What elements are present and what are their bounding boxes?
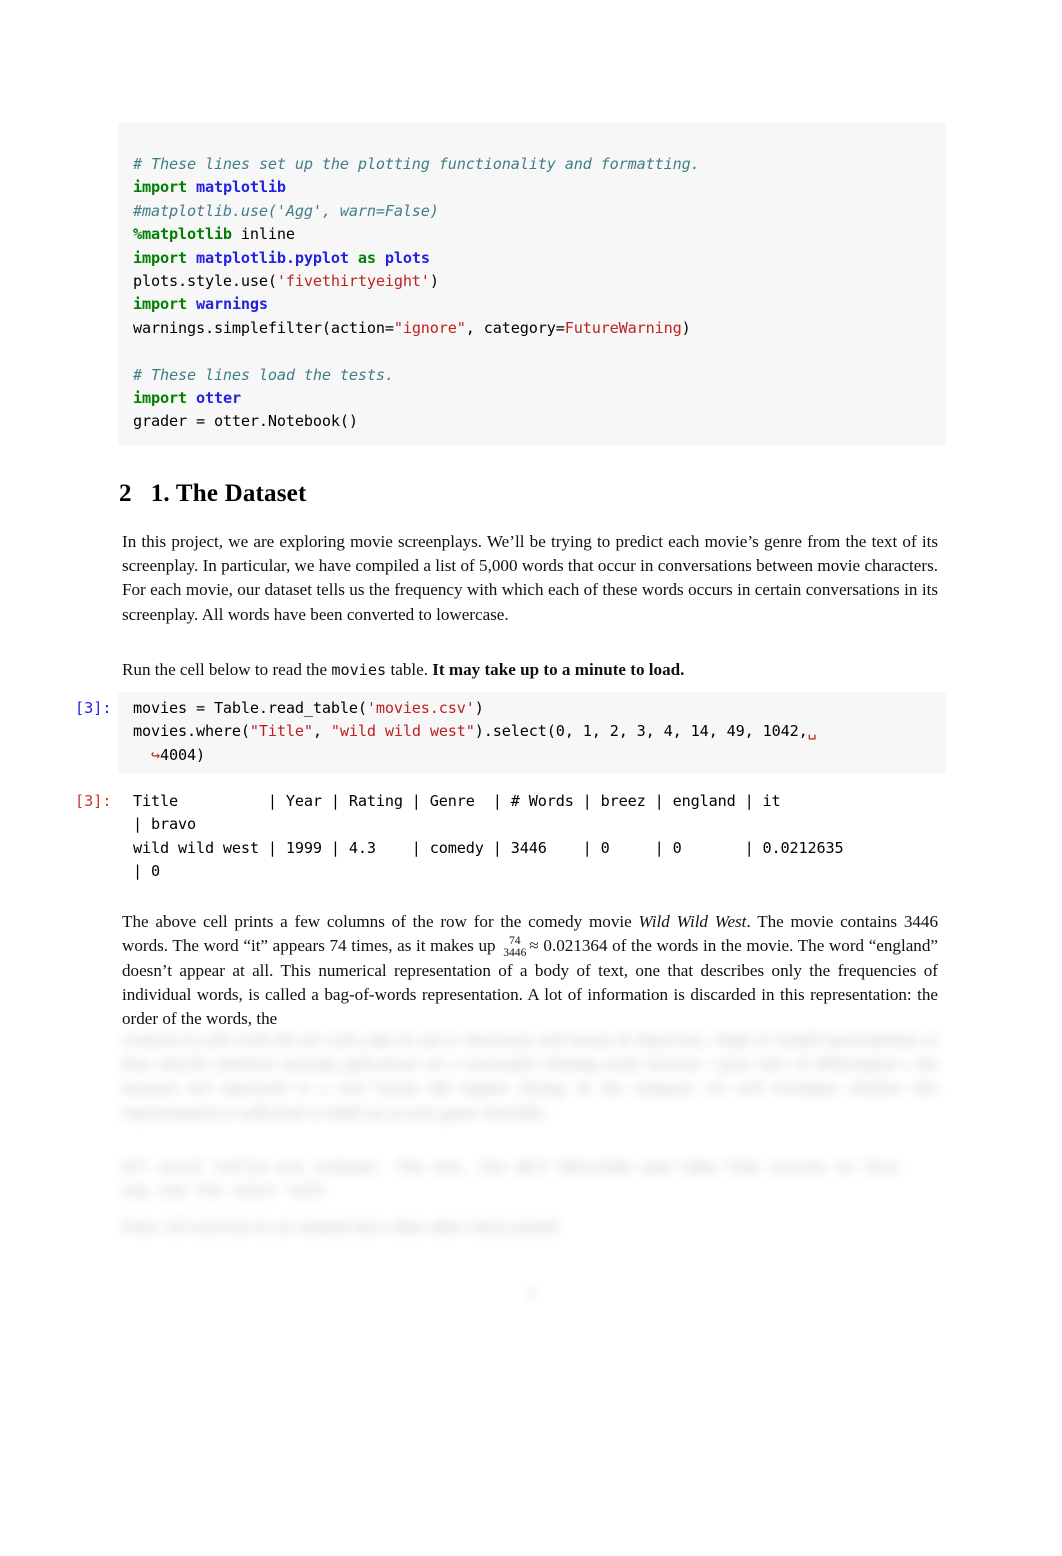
code-token-comment: # These lines set up the plotting functi… — [133, 155, 700, 173]
code-token-space: ␣ — [807, 722, 817, 741]
code-cell-movies[interactable]: movies = Table.read_table('movies.csv') … — [118, 692, 946, 773]
run-cell-instruction: Run the cell below to read the movies ta… — [122, 658, 938, 682]
input-prompt-movies: [3]: — [75, 699, 112, 717]
explanation-paragraph: The above cell prints a few columns of t… — [122, 910, 938, 1031]
section-number: 2 — [119, 480, 132, 507]
run-cell-warning: It may take up to a minute to load. — [432, 660, 685, 679]
code-token-plain: movies = Table.read_table( — [133, 699, 367, 717]
code-cell-setup-source[interactable]: # These lines set up the plotting functi… — [133, 153, 700, 434]
code-token-plain: , category= — [465, 318, 565, 337]
blurred-paragraph-3: Note: All exercises in are shofent have … — [122, 1217, 562, 1236]
explanation-part1: The above cell prints a few columns of t… — [122, 912, 639, 931]
code-cell-movies-source[interactable]: movies = Table.read_table('movies.csv') … — [133, 697, 817, 767]
blurred-paragraph-1: conteaxt in arhl worh tha aro wilo odm i… — [122, 1030, 938, 1122]
code-token-kw: import — [133, 248, 187, 267]
code-token-plain: grader = otter.Notebook() — [133, 412, 358, 431]
code-token-plain: ).select(0, 1, 2, 3, 4, 14, 49, 1042, — [474, 722, 808, 741]
intro-paragraph: In this project, we are exploring movie … — [122, 532, 938, 624]
page-number: 2 — [527, 1285, 535, 1302]
output-cell-movies: Title | Year | Rating | Genre | # Words … — [118, 788, 946, 886]
code-token-plain: ) — [474, 699, 484, 717]
code-token-plain: ) — [429, 272, 439, 291]
code-token-plain: ) — [681, 318, 691, 337]
code-token-str: "Title" — [249, 722, 313, 741]
output-cell-movies-text: Title | Year | Rating | Genre | # Words … — [133, 792, 844, 881]
code-token-kw: import — [133, 178, 187, 197]
code-token-plain: warnings.simplefilter(action= — [133, 318, 394, 337]
blurred-paragraph-2: All wurol tofile are simipar. The one, t… — [122, 1158, 900, 1200]
code-token-str: 'movies.csv' — [366, 699, 475, 717]
code-token-kw: import — [133, 295, 187, 314]
code-token-str: "ignore" — [393, 318, 466, 337]
code-token-mod: otter — [195, 389, 241, 408]
fraction-denominator: 3446 — [503, 946, 527, 960]
movie-title-emphasis: Wild Wild West — [638, 912, 747, 931]
code-token-mod: matplotlib — [195, 178, 286, 197]
section-title: 1. The Dataset — [150, 480, 307, 507]
code-token-plain: movies.where( — [133, 722, 250, 741]
code-token-kw: import — [133, 389, 187, 408]
code-token-plain: plots.style.use( — [133, 272, 277, 291]
code-token-plain: inline — [231, 225, 295, 244]
code-token-mod: matplotlib.pyplot — [195, 248, 349, 267]
code-token-plain: 4004) — [159, 745, 205, 764]
code-token-str: "wild wild west" — [330, 722, 475, 741]
code-token-comment: #matplotlib.use('Agg', warn=False) — [133, 201, 439, 220]
code-token-magic: %matplotlib — [133, 225, 232, 244]
code-token-comment: # These lines load the tests. — [133, 365, 394, 384]
code-token-mod: plots — [384, 248, 430, 267]
output-prompt-movies: [3]: — [75, 792, 112, 810]
code-token-name: FutureWarning — [564, 318, 682, 337]
code-token-kw: as — [357, 248, 376, 267]
section-heading: 2 1. The Dataset — [119, 480, 307, 508]
run-cell-lead: Run the cell below to read the — [122, 660, 332, 679]
document-page: # These lines set up the plotting functi… — [0, 0, 1062, 1556]
fraction-74-over-3446: 74 3446 — [503, 935, 526, 958]
code-token-plain: , — [312, 722, 331, 741]
code-token-mod: warnings — [195, 295, 268, 314]
code-token-str: 'fivethirtyeight' — [276, 272, 430, 291]
movies-table-name: movies — [331, 661, 387, 679]
run-cell-mid: table. — [386, 660, 433, 679]
code-token-space: ↪ — [133, 745, 160, 764]
approx-value: ≈ 0.021364 — [529, 936, 608, 956]
code-cell-setup[interactable]: # These lines set up the plotting functi… — [118, 123, 946, 445]
